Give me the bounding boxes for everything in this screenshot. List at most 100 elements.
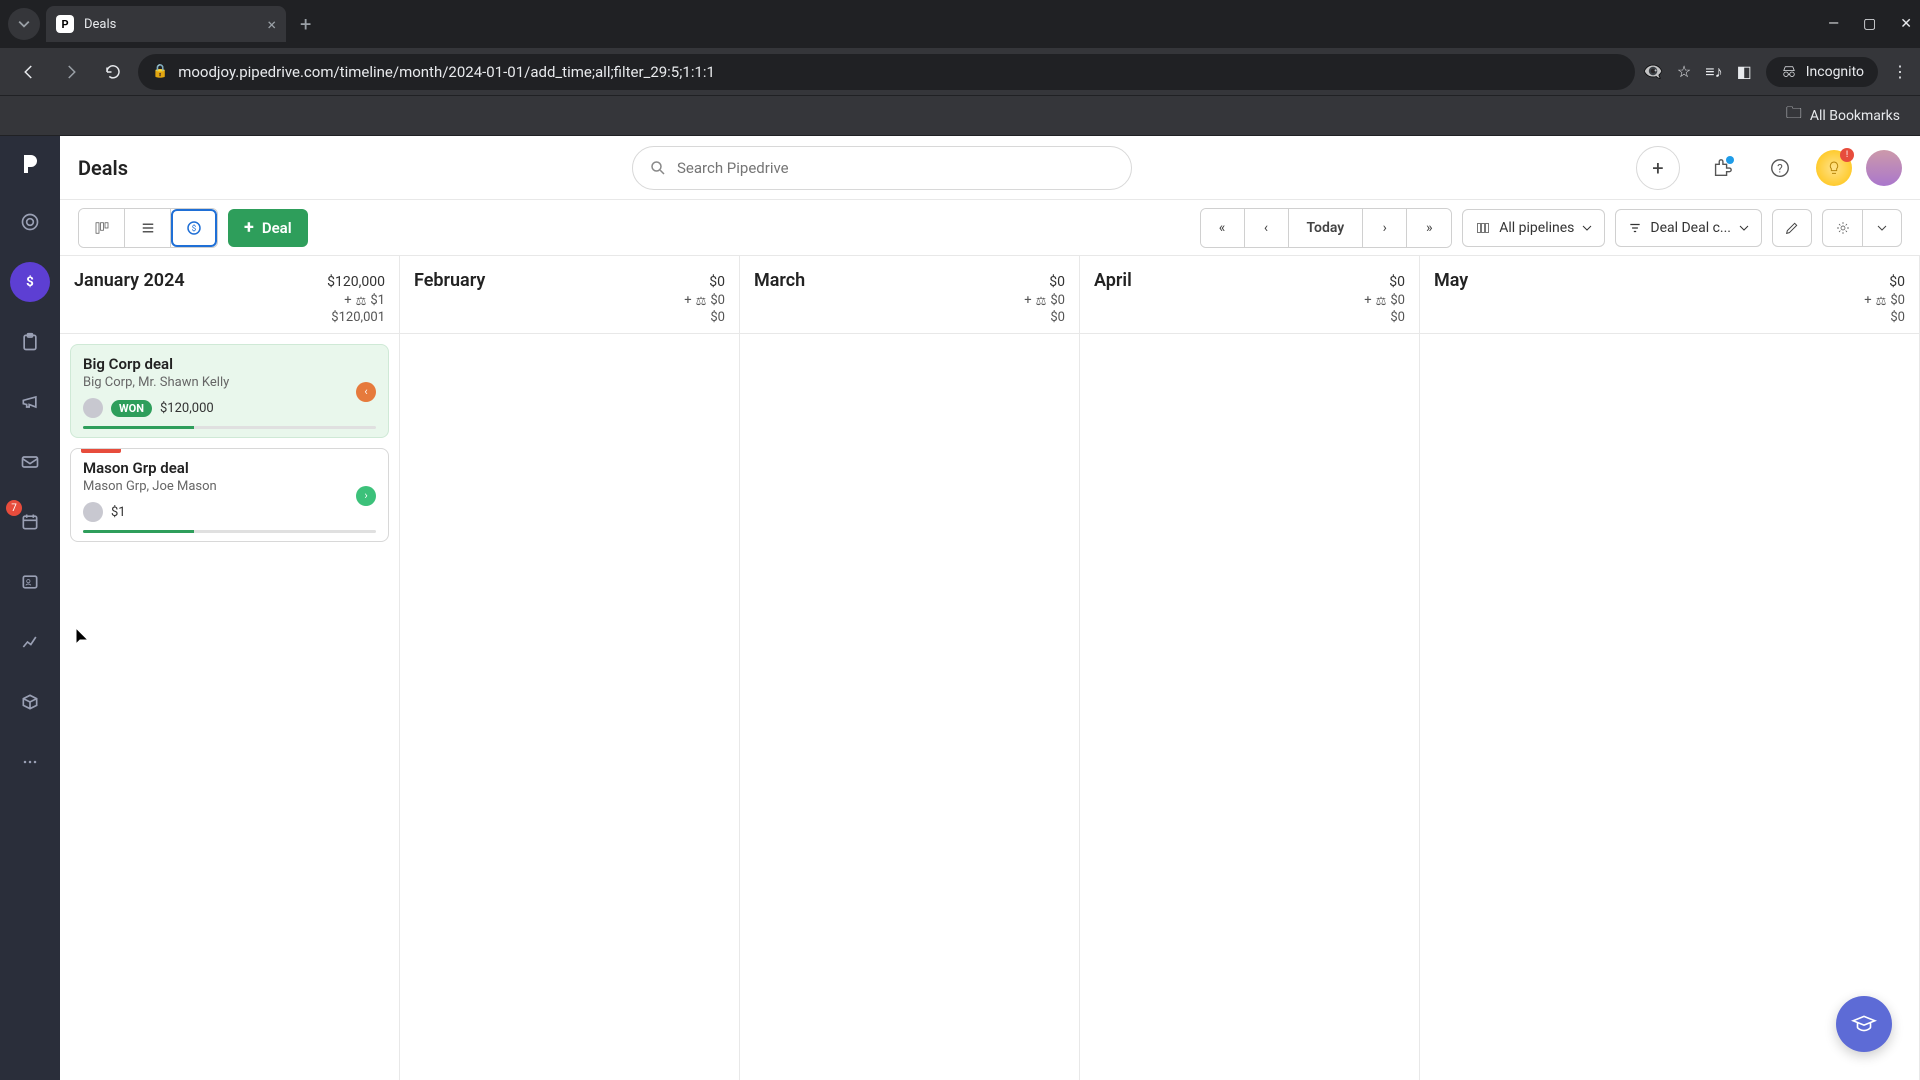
won-badge: WON — [111, 400, 152, 417]
academy-fab[interactable] — [1836, 996, 1892, 1052]
month-cards — [400, 334, 739, 354]
chevron-down-icon — [1739, 223, 1749, 233]
chevron-down-icon — [1582, 223, 1592, 233]
megaphone-icon — [20, 392, 40, 412]
graduation-cap-icon — [1851, 1011, 1877, 1037]
view-toolbar: $ + Deal « ‹ Today › » All pipelines D — [60, 200, 1920, 256]
browser-menu-button[interactable]: ⋮ — [1892, 62, 1908, 81]
deal-subtitle: Mason Grp, Joe Mason — [83, 479, 376, 494]
activity-status-icon[interactable]: ‹ — [356, 382, 376, 402]
filter-selector[interactable]: Deal Deal c... — [1615, 209, 1762, 247]
tab-search-button[interactable] — [8, 8, 40, 40]
side-panel-icon[interactable]: ◧ — [1737, 62, 1752, 81]
list-view-button[interactable] — [125, 209, 171, 247]
sidebar-item-activities[interactable]: 7 — [10, 502, 50, 542]
user-avatar[interactable] — [1866, 150, 1902, 186]
owner-avatar — [83, 502, 103, 522]
view-settings-dropdown[interactable] — [1862, 209, 1902, 247]
maximize-button[interactable]: ▢ — [1863, 16, 1876, 32]
month-column: March $0 +⚖$0 $0 — [740, 256, 1080, 1080]
pipeline-view-button[interactable] — [79, 209, 125, 247]
arrow-right-icon — [62, 63, 80, 81]
help-button[interactable]: ? — [1758, 146, 1802, 190]
scale-icon: ⚖ — [1376, 294, 1387, 308]
sales-assistant-button[interactable]: ! — [1816, 150, 1852, 186]
deal-amount: $1 — [111, 505, 126, 520]
window-controls: — ▢ ✕ — [1828, 16, 1912, 32]
forward-button[interactable] — [54, 55, 88, 89]
deal-card[interactable]: Mason Grp deal Mason Grp, Joe Mason › $1 — [70, 448, 389, 542]
playlist-icon[interactable]: ≡♪ — [1705, 62, 1722, 82]
view-settings-button[interactable] — [1822, 209, 1862, 247]
add-deal-button[interactable]: + Deal — [228, 209, 308, 247]
bookmark-star-icon[interactable]: ☆ — [1677, 62, 1691, 81]
month-weighted: $0 — [1390, 293, 1405, 308]
logo-icon — [18, 152, 42, 176]
sidebar-item-projects[interactable] — [10, 322, 50, 362]
pipeline-selector[interactable]: All pipelines — [1462, 209, 1605, 247]
url-text: moodjoy.pipedrive.com/timeline/month/202… — [178, 63, 715, 81]
edit-columns-button[interactable] — [1772, 209, 1812, 247]
date-prev-button[interactable]: ‹ — [1245, 209, 1289, 247]
plus-sign: + — [1864, 293, 1871, 308]
search-input[interactable] — [677, 159, 1115, 177]
activity-status-icon[interactable]: › — [356, 486, 376, 506]
help-icon: ? — [1769, 157, 1791, 179]
folder-icon: 🗀 — [1786, 102, 1802, 129]
address-bar[interactable]: 🔒 moodjoy.pipedrive.com/timeline/month/2… — [138, 54, 1635, 90]
page-title: Deals — [78, 156, 128, 180]
back-button[interactable] — [12, 55, 46, 89]
svg-text:$: $ — [192, 223, 197, 234]
quick-add-button[interactable]: + — [1636, 146, 1680, 190]
contacts-icon — [20, 572, 40, 592]
incognito-badge[interactable]: Incognito — [1766, 57, 1878, 87]
tab-close-button[interactable]: × — [267, 15, 276, 34]
view-switcher: $ — [78, 208, 218, 248]
all-bookmarks-button[interactable]: All Bookmarks — [1810, 108, 1900, 124]
date-jump-forward-button[interactable]: » — [1407, 209, 1451, 247]
list-icon — [139, 219, 157, 237]
month-weighted: $1 — [370, 293, 385, 308]
sidebar-item-products[interactable] — [10, 682, 50, 722]
clipboard-icon — [20, 332, 40, 352]
date-navigator: « ‹ Today › » — [1200, 208, 1453, 248]
reload-button[interactable] — [96, 55, 130, 89]
forecast-icon: $ — [185, 219, 203, 237]
kanban-icon — [93, 219, 111, 237]
browser-tab[interactable]: P Deals × — [46, 6, 286, 42]
chevron-down-icon — [1877, 223, 1887, 233]
forecast-view-button[interactable]: $ — [171, 209, 217, 247]
month-weighted: $0 — [1890, 293, 1905, 308]
sidebar-item-more[interactable] — [10, 742, 50, 782]
incognito-icon — [1780, 63, 1798, 81]
date-today-button[interactable]: Today — [1289, 209, 1364, 247]
new-tab-button[interactable]: + — [300, 12, 311, 36]
page-header: Deals + ? ! — [60, 136, 1920, 200]
marketplace-button[interactable] — [1700, 146, 1744, 190]
tab-title: Deals — [84, 17, 116, 32]
month-sum: $120,001 — [331, 310, 385, 325]
date-jump-back-button[interactable]: « — [1201, 209, 1245, 247]
minimize-button[interactable]: — — [1828, 16, 1839, 32]
date-next-button[interactable]: › — [1363, 209, 1407, 247]
view-settings-group — [1822, 209, 1902, 247]
sidebar-item-deals[interactable]: $ — [10, 262, 50, 302]
sidebar-item-campaigns[interactable] — [10, 382, 50, 422]
month-total: $0 — [709, 274, 725, 290]
sidebar-item-contacts[interactable] — [10, 562, 50, 602]
global-search[interactable] — [632, 146, 1132, 190]
close-window-button[interactable]: ✕ — [1900, 16, 1912, 32]
sidebar-item-insights[interactable] — [10, 622, 50, 662]
chart-icon — [20, 632, 40, 652]
stage-progress — [83, 426, 376, 429]
month-column: February $0 +⚖$0 $0 — [400, 256, 740, 1080]
month-column: May $0 +⚖$0 $0 — [1420, 256, 1920, 1080]
month-header: May $0 +⚖$0 $0 — [1420, 256, 1919, 334]
sidebar-item-mail[interactable] — [10, 442, 50, 482]
eye-off-icon[interactable]: 👁‍🗨 — [1643, 62, 1663, 81]
site-info-icon[interactable]: 🔒 — [152, 64, 168, 79]
pipedrive-logo[interactable] — [12, 146, 48, 182]
deal-card[interactable]: Big Corp deal Big Corp, Mr. Shawn Kelly … — [70, 344, 389, 438]
month-header: January 2024 $120,000 +⚖$1 $120,001 — [60, 256, 399, 334]
sidebar-item-leads[interactable] — [10, 202, 50, 242]
